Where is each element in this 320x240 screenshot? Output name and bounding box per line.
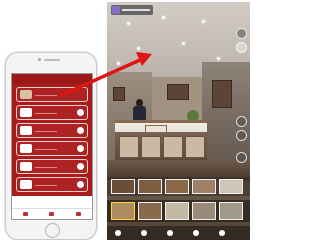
menu-list: [12, 84, 92, 196]
earpiece-speaker: [44, 59, 60, 61]
menu-item-chat[interactable]: [16, 105, 88, 120]
ceiling-light: [182, 42, 185, 45]
menu-item-favorite[interactable]: [16, 177, 88, 192]
scene-thumbnail[interactable]: [192, 202, 216, 220]
menu-item-subtext: [35, 113, 57, 114]
panorama-view[interactable]: [107, 2, 250, 240]
menu-item-phone[interactable]: [16, 159, 88, 174]
scene-thumbnail[interactable]: [165, 202, 189, 220]
scene-thumbnail[interactable]: [138, 179, 162, 194]
heart-icon: [20, 180, 32, 189]
wall-picture: [167, 84, 189, 100]
menu-icon[interactable]: [115, 230, 121, 236]
menu-item-subtext: [35, 149, 57, 150]
menu-item-badge: [77, 181, 84, 188]
ceiling-light: [202, 20, 205, 23]
home-button[interactable]: [45, 223, 60, 238]
control-bar: [107, 226, 250, 240]
menu-item-subtext: [35, 167, 57, 168]
scene-info-badge[interactable]: [111, 5, 153, 15]
desk-panel: [119, 136, 139, 158]
scene-thumbnail[interactable]: [219, 179, 243, 194]
camera-icon: [20, 144, 32, 153]
menu-item-badge: [77, 127, 84, 134]
eye-icon: [20, 126, 32, 135]
app-title-bar: [12, 74, 92, 84]
scene-thumbnail[interactable]: [111, 179, 135, 194]
comment-icon[interactable]: [236, 130, 247, 141]
desk-sign: [145, 125, 167, 133]
music-icon[interactable]: [236, 152, 247, 163]
avatar: [112, 6, 120, 14]
scene-thumbnail[interactable]: [138, 202, 162, 220]
wall-picture: [212, 80, 232, 108]
menu-item-subtext: [35, 95, 57, 96]
scene-thumbnail[interactable]: [219, 202, 243, 220]
fullscreen-icon[interactable]: [219, 230, 225, 236]
desk-panel: [185, 136, 205, 158]
scene-thumbnail[interactable]: [192, 179, 216, 194]
ceiling-light: [127, 22, 130, 25]
menu-item-view[interactable]: [16, 123, 88, 138]
phone-screen: [11, 73, 93, 220]
menu-item-subtext: [35, 185, 57, 186]
ceiling-light: [137, 47, 140, 50]
menu-item-badge: [77, 163, 84, 170]
menu-item-panorama[interactable]: [16, 87, 88, 102]
info-icon[interactable]: [193, 230, 199, 236]
desk-panel: [163, 136, 183, 158]
ceiling-light: [162, 16, 165, 19]
phone-mockup: [5, 52, 97, 240]
scene-strip-lower: [107, 200, 250, 222]
map-icon[interactable]: [141, 230, 147, 236]
like-icon[interactable]: [236, 116, 247, 127]
front-camera: [38, 58, 41, 61]
menu-item-camera[interactable]: [16, 141, 88, 156]
scene-info-text: [122, 9, 150, 11]
phone-icon: [20, 162, 32, 171]
share-icon[interactable]: [236, 28, 247, 39]
chat-icon: [20, 108, 32, 117]
scene-thumbnail-active[interactable]: [111, 202, 135, 220]
scene-strip-upper: [107, 177, 250, 196]
vr-icon[interactable]: [167, 230, 173, 236]
menu-item-badge: [77, 109, 84, 116]
scene-thumbnail[interactable]: [165, 179, 189, 194]
desk-panel: [141, 136, 161, 158]
tab-bar: [12, 208, 92, 219]
ceiling-light: [217, 57, 220, 60]
home-tab-icon[interactable]: [22, 212, 28, 216]
ceiling-light: [117, 62, 120, 65]
gyro-icon[interactable]: [236, 42, 247, 53]
share-tab-icon[interactable]: [49, 212, 55, 216]
menu-item-badge: [77, 145, 84, 152]
menu-tab-icon[interactable]: [76, 212, 82, 216]
wall-picture: [113, 87, 125, 101]
photo-icon: [20, 90, 32, 99]
menu-item-subtext: [35, 131, 57, 132]
